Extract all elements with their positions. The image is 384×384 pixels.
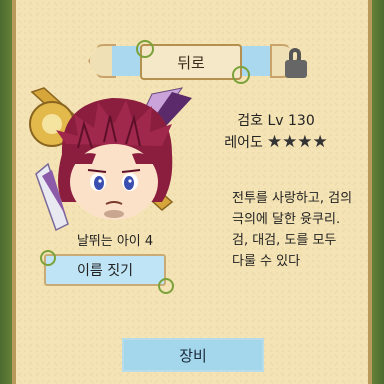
equipment-button[interactable]: 장비 bbox=[122, 338, 264, 372]
rarity-stars: ★★★★ bbox=[266, 132, 328, 152]
description-line: 전투를 사랑하고, 검의 bbox=[232, 191, 353, 206]
vine-decoration bbox=[40, 250, 56, 266]
character-portrait bbox=[29, 87, 192, 232]
vine-decoration bbox=[136, 40, 154, 58]
description-line: 다룰 수 있다 bbox=[232, 254, 301, 269]
equipment-button-label: 장비 bbox=[179, 346, 207, 365]
description-line: 검, 대검, 도를 모두 bbox=[232, 233, 337, 248]
lock-icon[interactable] bbox=[285, 48, 309, 78]
description-line: 극의에 달한 윳쿠리. bbox=[232, 212, 341, 227]
vine-decoration bbox=[232, 66, 250, 84]
rarity-row: 레어도 ★★★★ bbox=[206, 132, 346, 152]
rename-button[interactable]: 이름 짓기 bbox=[44, 254, 166, 286]
character-description: 전투를 사랑하고, 검의 극의에 달한 윳쿠리. 검, 대검, 도를 모두 다룰… bbox=[232, 188, 364, 272]
rename-button-label: 이름 짓기 bbox=[77, 263, 133, 279]
back-button-label: 뒤로 bbox=[177, 53, 205, 72]
character-name: 날뛰는 아이 4 bbox=[76, 234, 154, 249]
face-shape bbox=[70, 144, 158, 220]
vine-decoration bbox=[158, 278, 174, 294]
back-button[interactable]: 뒤로 bbox=[140, 44, 242, 80]
rarity-label: 레어도 bbox=[224, 135, 263, 151]
class-level: 검호 Lv 130 bbox=[237, 113, 315, 129]
